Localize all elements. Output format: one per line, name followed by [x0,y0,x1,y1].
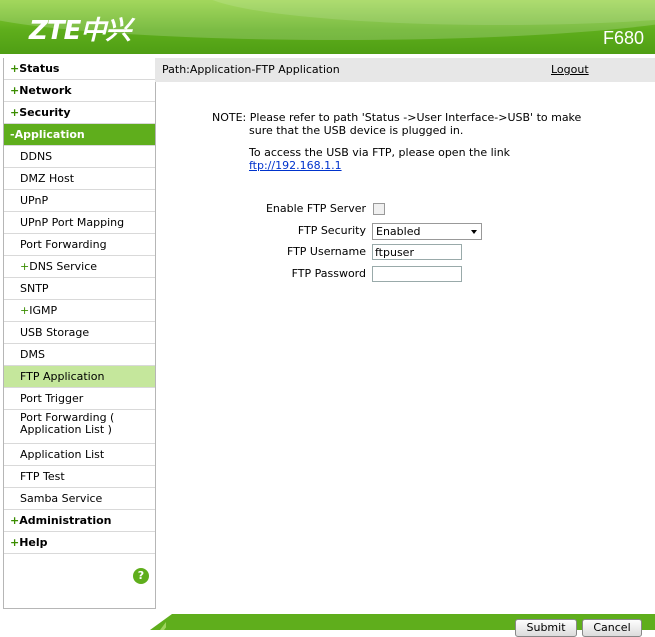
ftp-password-label: FTP Password [291,267,366,280]
device-model: F680 [602,28,644,48]
sidebar-item-status[interactable]: +Status [4,58,155,80]
sidebar-menu: +Status +Network +Security -Application DDNS… [4,58,155,554]
sidebar-item-usb-storage[interactable]: USB Storage [4,322,155,344]
sidebar-item-label: UPnP Port Mapping [20,216,125,229]
sidebar-item-label: Port Forwarding ( Application List ) [20,411,115,436]
submit-button[interactable]: Submit [515,619,577,637]
sidebar-item-label: SNTP [20,282,49,295]
sidebar-item-label: Port Forwarding [20,238,107,251]
usb-note: NOTE: Please refer to path 'Status ->Use… [212,111,612,137]
chevron-down-icon [471,230,477,234]
expand-icon: + [10,106,20,119]
sidebar-item-label: Port Trigger [20,392,84,405]
ftp-username-input[interactable]: ftpuser [372,244,462,260]
sidebar-item-application[interactable]: -Application [4,124,155,146]
sidebar-item-label: FTP Application [20,370,105,383]
sidebar-item-label: DMS [20,348,45,361]
sidebar-item-sntp[interactable]: SNTP [4,278,155,300]
sidebar-item-ftp-test[interactable]: FTP Test [4,466,155,488]
sidebar-item-label: FTP Test [20,470,65,483]
sidebar-item-security[interactable]: +Security [4,102,155,124]
breadcrumb: Path:Application-FTP Application [162,63,340,76]
expand-icon: + [10,84,20,97]
sidebar-item-label: DDNS [20,150,53,163]
sidebar-item-label: Samba Service [20,492,103,505]
sidebar-item-administration[interactable]: +Administration [4,510,155,532]
ftp-security-select[interactable]: Enabled [372,223,482,240]
sidebar-item-label: UPnP [20,194,49,207]
ftp-password-input[interactable] [372,266,462,282]
note-line-1: NOTE: Please refer to path 'Status ->Use… [212,111,582,124]
sidebar-item-network[interactable]: +Network [4,80,155,102]
ftp-security-label: FTP Security [297,224,366,237]
sidebar-item-upnp-port-mapping[interactable]: UPnP Port Mapping [4,212,155,234]
help-icon[interactable]: ? [133,568,149,584]
sidebar-item-label: DMZ Host [20,172,75,185]
cancel-button[interactable]: Cancel [582,619,642,637]
sidebar-item-label: DNS Service [29,260,98,273]
ftp-security-value: Enabled [376,225,421,238]
sidebar-item-port-forwarding-application-list[interactable]: Port Forwarding ( Application List ) [4,410,155,444]
sidebar-item-label: Application [14,128,85,141]
sidebar-item-label: Application List [20,448,105,461]
logout-link[interactable]: Logout [551,63,589,76]
sidebar-item-application-list[interactable]: Application List [4,444,155,466]
expand-icon: + [20,304,30,317]
sidebar-item-ddns[interactable]: DDNS [4,146,155,168]
ftp-link[interactable]: ftp://192.168.1.1 [249,159,342,172]
ftp-access-info: To access the USB via FTP, please open t… [249,146,510,172]
sidebar-item-dms[interactable]: DMS [4,344,155,366]
sidebar-item-samba-service[interactable]: Samba Service [4,488,155,510]
sidebar-item-label: USB Storage [20,326,90,339]
sidebar-item-dmz-host[interactable]: DMZ Host [4,168,155,190]
sidebar-item-port-forwarding[interactable]: Port Forwarding [4,234,155,256]
header-banner: ZTE中兴 F680 [0,0,655,54]
access-text: To access the USB via FTP, please open t… [249,146,511,159]
expand-icon: + [10,62,20,75]
sidebar-item-dns-service[interactable]: +DNS Service [4,256,155,278]
sidebar-item-ftp-application[interactable]: FTP Application [4,366,155,388]
expand-icon: + [10,514,20,527]
enable-ftp-label: Enable FTP Server [265,202,366,215]
zte-logo: ZTE中兴 [29,16,131,46]
ftp-username-label: FTP Username [286,245,366,258]
expand-icon: + [20,260,30,273]
sidebar-item-port-trigger[interactable]: Port Trigger [4,388,155,410]
note-line-2: sure that the USB device is plugged in. [249,124,464,137]
sidebar-item-igmp[interactable]: +IGMP [4,300,155,322]
sidebar-item-label: Security [19,106,71,119]
footer-left [0,614,165,630]
path-bar: Path:Application-FTP Application Logout [155,58,655,82]
sidebar-item-label: Administration [19,514,112,527]
sidebar-item-label: Network [19,84,72,97]
sidebar-item-label: Help [19,536,48,549]
enable-ftp-checkbox[interactable] [373,203,385,215]
sidebar-item-upnp[interactable]: UPnP [4,190,155,212]
sidebar-item-label: IGMP [29,304,58,317]
sidebar-nav: +Status +Network +Security -Application DDNS… [3,58,156,609]
sidebar-item-label: Status [19,62,60,75]
expand-icon: + [10,536,20,549]
sidebar-item-help[interactable]: +Help [4,532,155,554]
footer-green [150,614,655,630]
